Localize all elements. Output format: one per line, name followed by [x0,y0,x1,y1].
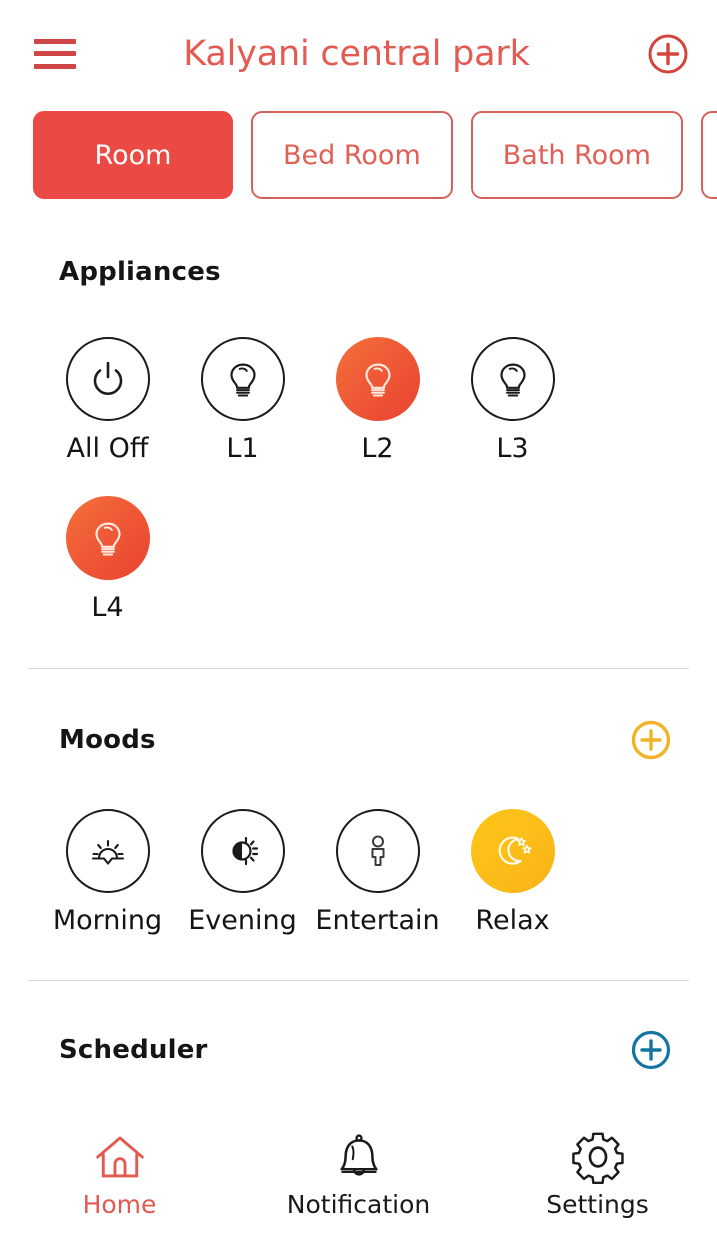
home-icon [95,1136,144,1177]
mood-label: Relax [475,905,550,936]
bell-icon [339,1133,378,1175]
power-icon [65,337,150,421]
appliance-label: All Off [66,433,149,464]
add-schedule-button[interactable] [630,1029,672,1071]
person-icon [335,809,420,893]
app-header: Kalyani central park [0,0,717,107]
add-mood-button[interactable] [630,719,672,761]
room-tabs: Room Bed Room Bath Room [33,107,717,215]
app-screen: Kalyani central park Room Bed Room Bath … [0,0,717,1238]
scheduler-title: Scheduler [59,1035,208,1065]
appliances-title: Appliances [59,257,221,287]
tab-label: Room [94,139,172,171]
mood-label: Entertain [315,905,440,936]
nav-label: Notification [286,1189,431,1219]
tab-label: Bath Room [502,139,651,171]
brightness-half-icon [200,809,285,893]
appliance-label: L3 [496,433,529,464]
gear-icon [571,1132,624,1184]
moods-section-header: Moods [0,719,717,761]
appliance-l4[interactable]: L4 [40,496,175,623]
tab-label: Bed Room [283,139,421,171]
nav-label: Settings [546,1189,649,1219]
room-tabs-scroller[interactable]: Room Bed Room Bath Room [0,107,717,215]
appliance-l2[interactable]: L2 [310,337,445,464]
nav-label: Home [82,1189,157,1219]
tab-room[interactable]: Room [33,111,233,199]
appliance-l1[interactable]: L1 [175,337,310,464]
scheduler-section-header: Scheduler [0,1029,717,1071]
tab-bed-room[interactable]: Bed Room [251,111,453,199]
bulb-icon [200,337,285,421]
mood-label: Evening [188,905,297,936]
appliance-label: L2 [361,433,394,464]
appliances-section-header: Appliances [0,257,717,287]
moods-grid: Morning Evening Entertain Relax [0,809,717,936]
nav-settings[interactable]: Settings [478,1130,717,1219]
mood-entertain[interactable]: Entertain [310,809,445,936]
nav-home[interactable]: Home [0,1130,239,1219]
moon-stars-icon [470,809,555,893]
page-title: Kalyani central park [183,33,530,74]
mood-label: Morning [52,905,163,936]
add-room-button[interactable] [647,33,689,75]
moods-title: Moods [59,725,156,755]
bulb-icon [65,496,150,580]
appliance-label: L1 [226,433,259,464]
tab-next-partial[interactable] [701,111,717,199]
appliance-label: L4 [91,592,124,623]
bottom-navigation: Home Notification Settings [0,1110,717,1238]
bulb-icon [335,337,420,421]
appliances-grid: All Off L1 L2 L3 L4 [0,337,717,623]
appliance-l3[interactable]: L3 [445,337,580,464]
appliance-all-off[interactable]: All Off [40,337,175,464]
mood-evening[interactable]: Evening [175,809,310,936]
bulb-icon [470,337,555,421]
sunrise-icon [65,809,150,893]
tab-bath-room[interactable]: Bath Room [470,111,683,199]
nav-notification[interactable]: Notification [239,1130,478,1219]
mood-relax[interactable]: Relax [445,809,580,936]
mood-morning[interactable]: Morning [40,809,175,936]
